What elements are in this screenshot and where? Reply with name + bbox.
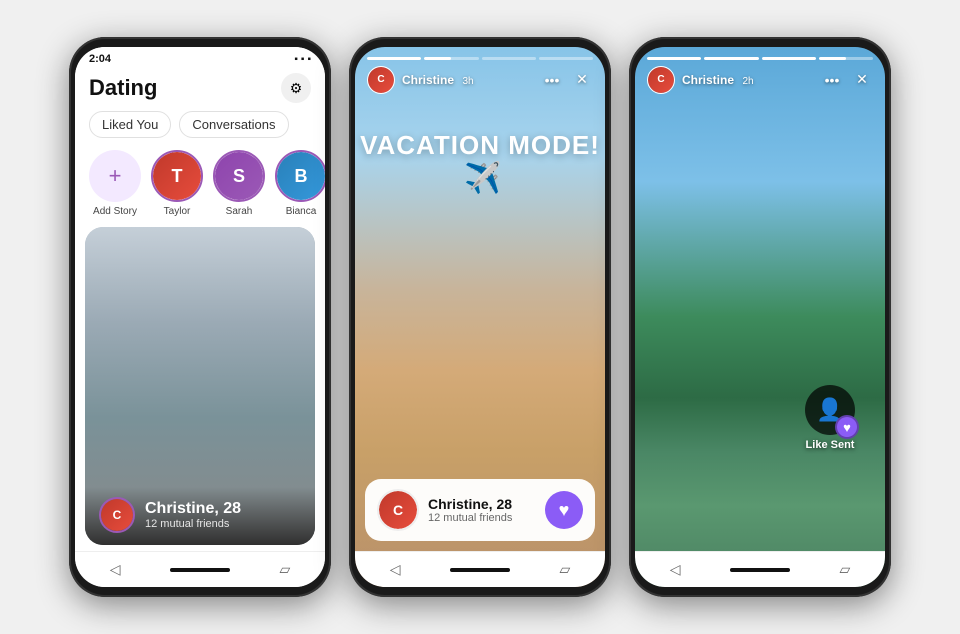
nav-bar-1: ◁ ▱	[75, 551, 325, 587]
tab-liked-you[interactable]: Liked You	[89, 111, 171, 138]
like-sent-label: Like Sent	[806, 439, 855, 451]
story-item-sarah[interactable]: S Sarah	[213, 150, 265, 217]
story-bottom-avatar-2: C	[377, 489, 419, 531]
story-user-left-2: C Christine 3h	[367, 66, 474, 94]
more-button-3[interactable]: •••	[821, 69, 843, 91]
story-avatar-bianca: B	[275, 150, 325, 202]
story-user-name-2: Christine	[402, 73, 454, 87]
story-user-info-2: Christine 3h	[402, 71, 474, 89]
time-display: 2:04	[89, 53, 111, 65]
settings-button[interactable]: ⚙	[281, 73, 311, 103]
story-overlay-2: C Christine 3h ••• ✕ VACATION MODE! ✈️	[355, 47, 605, 587]
story-user-avatar-3: C	[647, 66, 675, 94]
story-bottom-sub-2: 12 mutual friends	[428, 512, 512, 524]
heart-icon-2: ♥	[559, 500, 570, 521]
profile-card-area: C Christine, 28 12 mutual friends	[75, 227, 325, 551]
home-indicator-3	[730, 568, 790, 572]
home-indicator-2	[450, 568, 510, 572]
phone-1-screen: 2:04 ▪ ▪ ▪ Dating ⚙ Liked You Conversati…	[75, 47, 325, 587]
add-story-avatar: +	[89, 150, 141, 202]
like-button-2[interactable]: ♥	[545, 491, 583, 529]
story-user-left-3: C Christine 2h	[647, 66, 754, 94]
story-text-area-2: VACATION MODE! ✈️	[355, 100, 605, 480]
story-overlay-3: C Christine 2h ••• ✕	[635, 47, 885, 587]
close-button-3[interactable]: ✕	[851, 69, 873, 91]
profile-text: Christine, 28 12 mutual friends	[145, 500, 241, 530]
dating-header: Dating ⚙	[75, 67, 325, 109]
home-indicator-1	[170, 568, 230, 572]
gear-icon: ⚙	[290, 80, 303, 97]
close-button-2[interactable]: ✕	[571, 69, 593, 91]
story-text-2: VACATION MODE!	[360, 130, 600, 161]
story-user-avatar-2: C	[367, 66, 395, 94]
story-bottom-name-2: Christine, 28	[428, 496, 512, 512]
story-bottom-card-2: C Christine, 28 12 mutual friends ♥	[365, 479, 595, 541]
profile-card[interactable]: C Christine, 28 12 mutual friends	[85, 227, 315, 545]
story-user-name-3: Christine	[682, 73, 734, 87]
phone-1: 2:04 ▪ ▪ ▪ Dating ⚙ Liked You Conversati…	[69, 37, 331, 597]
more-button-2[interactable]: •••	[541, 69, 563, 91]
story-content-area-3: 👤 ♥ Like Sent	[635, 100, 885, 552]
story-user-time-3: 2h	[742, 76, 753, 87]
tab-conversations[interactable]: Conversations	[179, 111, 288, 138]
nav-bar-2: ◁ ▱	[355, 551, 605, 587]
story-top-actions-2: ••• ✕	[541, 69, 593, 91]
story-user-row-2: C Christine 3h ••• ✕	[355, 60, 605, 100]
square-button-3[interactable]: ▱	[839, 561, 850, 578]
stories-row: + Add Story T Taylor S Sarah B Bianca	[75, 146, 325, 227]
heart-badge: ♥	[835, 415, 859, 439]
story-top-actions-3: ••• ✕	[821, 69, 873, 91]
story-label-bianca: Bianca	[286, 206, 317, 217]
story-avatar-sarah: S	[213, 150, 265, 202]
status-icons: ▪ ▪ ▪	[294, 54, 311, 65]
profile-info-overlay: C Christine, 28 12 mutual friends	[85, 487, 315, 545]
tabs-row: Liked You Conversations	[75, 109, 325, 146]
back-button-2[interactable]: ◁	[390, 561, 401, 578]
nav-bar-3: ◁ ▱	[635, 551, 885, 587]
heart-icon-badge: ♥	[843, 420, 851, 435]
story-user-info-3: Christine 2h	[682, 71, 754, 89]
phone-2-screen: C Christine 3h ••• ✕ VACATION MODE! ✈️	[355, 47, 605, 587]
story-item-bianca[interactable]: B Bianca	[275, 150, 325, 217]
story-item-taylor[interactable]: T Taylor	[151, 150, 203, 217]
story-label-taylor: Taylor	[164, 206, 191, 217]
phone-3-screen: C Christine 2h ••• ✕	[635, 47, 885, 587]
phone-2: C Christine 3h ••• ✕ VACATION MODE! ✈️	[349, 37, 611, 597]
story-avatar-taylor: T	[151, 150, 203, 202]
app-title: Dating	[89, 75, 157, 101]
add-story-label: Add Story	[93, 206, 137, 217]
add-story-item[interactable]: + Add Story	[89, 150, 141, 217]
back-button-3[interactable]: ◁	[670, 561, 681, 578]
wifi-icon: ▪	[294, 54, 298, 65]
story-emoji-2: ✈️	[464, 161, 501, 196]
square-button-2[interactable]: ▱	[559, 561, 570, 578]
square-button-1[interactable]: ▱	[279, 561, 290, 578]
like-sent-badge: 👤 ♥ Like Sent	[805, 385, 855, 451]
story-user-time-2: 3h	[462, 76, 473, 87]
profile-mini-avatar: C	[99, 497, 135, 533]
status-bar-1: 2:04 ▪ ▪ ▪	[75, 47, 325, 67]
story-bottom-left-2: C Christine, 28 12 mutual friends	[377, 489, 512, 531]
back-button-1[interactable]: ◁	[110, 561, 121, 578]
signal-icon: ▪	[301, 54, 305, 65]
profile-name: Christine, 28	[145, 500, 241, 518]
story-bottom-info-2: Christine, 28 12 mutual friends	[428, 496, 512, 524]
battery-icon: ▪	[307, 54, 311, 65]
phone-3: C Christine 2h ••• ✕	[629, 37, 891, 597]
story-label-sarah: Sarah	[226, 206, 253, 217]
profile-mutual: 12 mutual friends	[145, 518, 241, 530]
story-user-row-3: C Christine 2h ••• ✕	[635, 60, 885, 100]
